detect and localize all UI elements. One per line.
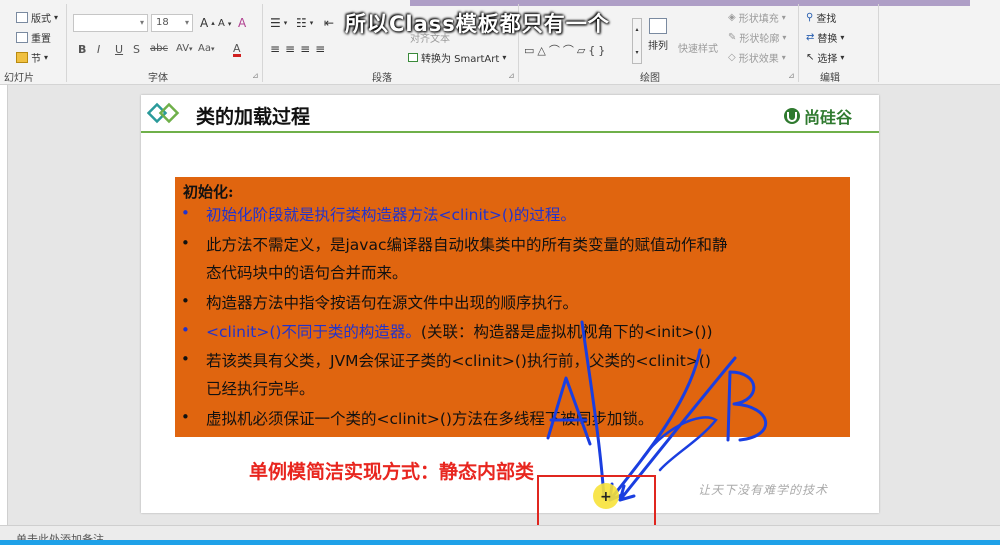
handwritten-letter-a bbox=[546, 376, 592, 446]
pen-annotation-layer: + bbox=[537, 320, 768, 528]
video-progress-bar[interactable] bbox=[0, 540, 1000, 545]
pen-stroke-line bbox=[580, 320, 606, 500]
pen-arrow-2 bbox=[618, 356, 737, 502]
handwritten-letter-b bbox=[726, 370, 768, 442]
cursor-glyph: + bbox=[600, 489, 612, 505]
